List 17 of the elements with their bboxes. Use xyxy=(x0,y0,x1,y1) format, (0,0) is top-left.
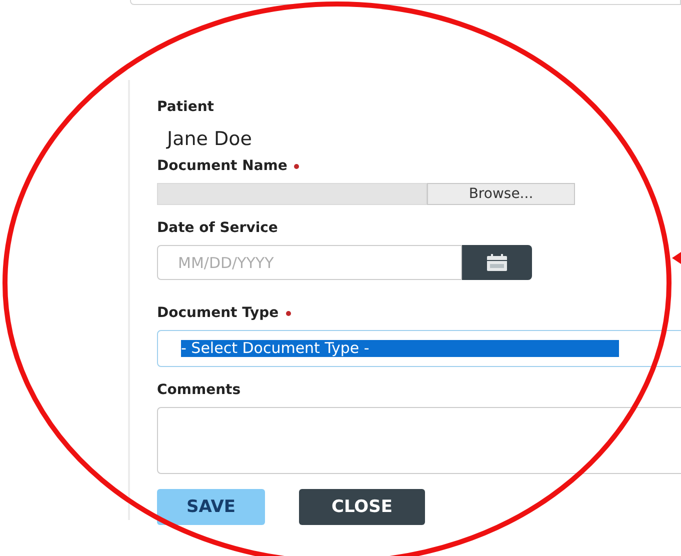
date-field[interactable]: MM/DD/YYYY xyxy=(157,245,462,280)
file-field[interactable] xyxy=(157,183,427,205)
browse-button[interactable]: Browse... xyxy=(427,183,575,205)
calendar-button[interactable] xyxy=(462,245,532,280)
field-label: Document Type xyxy=(157,305,279,322)
comments-field[interactable] xyxy=(157,407,681,474)
text-field[interactable] xyxy=(130,0,681,5)
save-button[interactable]: SAVE xyxy=(157,489,265,525)
calendar-icon xyxy=(486,254,508,272)
field-label: Patient xyxy=(157,99,215,116)
document-type-select[interactable]: - Select Document Type - xyxy=(157,330,681,367)
patient-name: Jane Doe xyxy=(165,128,253,150)
field-label: Document Name xyxy=(157,158,288,175)
field-label: Date of Service xyxy=(157,220,279,237)
arrow-tip-icon xyxy=(672,252,681,264)
close-button[interactable]: CLOSE xyxy=(299,489,425,525)
field-label: Comments xyxy=(157,382,242,399)
